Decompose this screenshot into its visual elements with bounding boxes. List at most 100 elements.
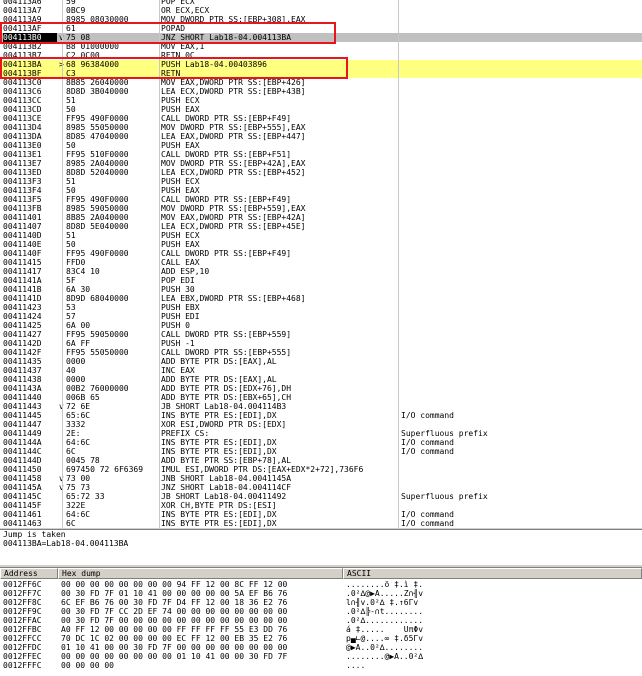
disasm-address: 004113CC (3, 96, 42, 105)
disasm-instruction: PUSH EDI (161, 312, 200, 321)
disasm-hex: 50 (66, 240, 76, 249)
disasm-row[interactable]: 00411407 8D8D 5E040000 LEA ECX,DWORD PTR S… (0, 222, 642, 231)
disasm-row[interactable]: 004113F3 51 PUSH ECX (0, 177, 642, 186)
disasm-row[interactable]: 00411437 40 INC EAX (0, 366, 642, 375)
disasm-row[interactable]: 00411449 2E: PREFIX CS: Superfluous prefix (0, 429, 642, 438)
disasm-row[interactable]: 004113C6 8D8D 3B040000 LEA ECX,DWORD PTR S… (0, 87, 642, 96)
disasm-hex: 65:6C (66, 411, 91, 420)
disasm-instruction: INC EAX (161, 366, 195, 375)
disasm-row[interactable]: 004113D4 8985 55050000 MOV DWORD PTR SS:[E… (0, 123, 642, 132)
disasm-row[interactable]: 004113F5 FF95 490F0000 CALL DWORD PTR SS:[… (0, 195, 642, 204)
dump-row[interactable]: 0012FFAC 00 30 FD 7F 00 00 00 00 00 00 00… (0, 616, 642, 625)
disasm-row[interactable]: 0041145C 65:72 33 JB SHORT Lab18-04.004114… (0, 492, 642, 501)
disasm-row[interactable]: 00411447 3332 XOR ESI,DWORD PTR DS:[EDX] (0, 420, 642, 429)
disasm-row[interactable]: 0041140D 51 PUSH ECX (0, 231, 642, 240)
dump-row[interactable]: 0012FFCC 70 DC 1C 02 00 00 00 00 EC FF 12… (0, 634, 642, 643)
disasm-row[interactable]: 004113DA 8D85 47040000 LEA EAX,DWORD PTR S… (0, 132, 642, 141)
dump-row[interactable]: 0012FFBC A0 FF 12 00 00 00 00 00 FF FF FF… (0, 625, 642, 634)
disassembly-pane[interactable]: 004113A6 59 POP ECX 004113A7 0BC9 OR ECX,ECX 0… (0, 0, 642, 528)
disasm-address: 00411437 (3, 366, 42, 375)
disasm-address: 004113CD (3, 105, 42, 114)
disasm-row[interactable]: 004113E0 50 PUSH EAX (0, 141, 642, 150)
disasm-row[interactable]: 0041143A 00B2 76000000 ADD BYTE PTR DS:[ED… (0, 384, 642, 393)
disasm-row[interactable]: 00411443v72 6EJB SHORT Lab18-04.004114B3 (0, 402, 642, 411)
disasm-hex: 83C4 10 (66, 267, 100, 276)
disasm-hex: 8985 2A040000 (66, 159, 129, 168)
disasm-row[interactable]: 00411423 53 PUSH EBX (0, 303, 642, 312)
disasm-row[interactable]: 00411401 8B85 2A040000 MOV EAX,DWORD PTR S… (0, 213, 642, 222)
dump-address: 0012FF8C (3, 598, 42, 607)
disasm-row[interactable]: 00411425 6A 00 PUSH 0 (0, 321, 642, 330)
disasm-instruction: CALL DWORD PTR SS:[EBP+F49] (161, 249, 292, 258)
disasm-row[interactable]: 0041141B 6A 30 PUSH 30 (0, 285, 642, 294)
disasm-row[interactable]: 00411458v73 00JNB SHORT Lab18-04.0041145… (0, 474, 642, 483)
disasm-hex: 50 (66, 105, 76, 114)
disasm-address: 0041145F (3, 501, 42, 510)
disasm-row[interactable]: 004113C0 8B85 26040000 MOV EAX,DWORD PTR S… (0, 78, 642, 87)
dump-row[interactable]: 0012FF6C 00 00 00 00 00 00 00 00 94 FF 12… (0, 580, 642, 589)
disasm-hex: 8B85 2A040000 (66, 213, 129, 222)
disasm-row[interactable]: 004113E7 8985 2A040000 MOV DWORD PTR SS:[E… (0, 159, 642, 168)
dump-hex: 00 30 FD 7F CC 2D EF 74 00 00 00 00 00 0… (61, 607, 288, 616)
disasm-row[interactable]: 00411424 57 PUSH EDI (0, 312, 642, 321)
disasm-row[interactable]: 004113CD 50 PUSH EAX (0, 105, 642, 114)
disasm-row[interactable]: 0041144A 64:6C INS BYTE PTR ES:[EDI],DX I/O… (0, 438, 642, 447)
highlight-box-push-retn (0, 57, 348, 79)
disasm-row[interactable]: 0041140F FF95 490F0000 CALL DWORD PTR SS:[… (0, 249, 642, 258)
disasm-row[interactable]: 004113F4 50 PUSH EAX (0, 186, 642, 195)
disasm-hex: 6A 30 (66, 285, 91, 294)
disasm-row[interactable]: 004113ED 8D8D 52040000 LEA ECX,DWORD PTR S… (0, 168, 642, 177)
disasm-row[interactable]: 00411417 83C4 10 ADD ESP,10 (0, 267, 642, 276)
column-header-address[interactable]: Address (0, 568, 58, 579)
disasm-row[interactable]: 00411427 FF95 59050000 CALL DWORD PTR SS:[… (0, 330, 642, 339)
disasm-row[interactable]: 0041142D 6A FF PUSH -1 (0, 339, 642, 348)
disasm-row[interactable]: 004113CE FF95 490F0000 CALL DWORD PTR SS:[… (0, 114, 642, 123)
disasm-hex: 8D9D 68040000 (66, 294, 129, 303)
dump-hex: 00 00 00 00 (61, 661, 114, 670)
disasm-hex: 8D8D 3B040000 (66, 87, 129, 96)
disasm-row[interactable]: 0041140E 50 PUSH EAX (0, 240, 642, 249)
disasm-row[interactable]: 00411445 65:6C INS BYTE PTR ES:[EDI],DX I/O… (0, 411, 642, 420)
disasm-row[interactable]: 0041142F FF95 55050000 CALL DWORD PTR SS:[… (0, 348, 642, 357)
column-header-hex-dump[interactable]: Hex dump (58, 568, 343, 579)
dump-hex: 6C EF B6 76 00 30 FD 7F D4 FF 12 00 18 3… (61, 598, 288, 607)
dump-row[interactable]: 0012FF7C 00 30 FD 7F 01 10 41 00 00 00 00… (0, 589, 642, 598)
disasm-row[interactable]: 0041145F 322E XOR CH,BYTE PTR DS:[ESI] (0, 501, 642, 510)
disasm-row[interactable]: 0041145Av75 73JNZ SHORT Lab18-04.004114C… (0, 483, 642, 492)
disasm-row[interactable]: 00411463 6C INS BYTE PTR ES:[EDI],DX I/O co… (0, 519, 642, 528)
disasm-instruction: PUSH ECX (161, 231, 200, 240)
disasm-row[interactable]: 00411461 64:6C INS BYTE PTR ES:[EDI],DX I/O… (0, 510, 642, 519)
disasm-row[interactable]: 00411440 006B 65 ADD BYTE PTR DS:[EBX+65],… (0, 393, 642, 402)
dump-row[interactable]: 0012FFDC 01 10 41 00 00 30 FD 7F 00 00 00… (0, 643, 642, 652)
disasm-row[interactable]: 0041144C 6C INS BYTE PTR ES:[EDI],DX I/O co… (0, 447, 642, 456)
disasm-row[interactable]: 00411415 FFD0 CALL EAX (0, 258, 642, 267)
disasm-hex: 006B 65 (66, 393, 100, 402)
disasm-address: 00411427 (3, 330, 42, 339)
disasm-row[interactable]: 0041144D 0045 78 ADD BYTE PTR SS:[EBP+78],… (0, 456, 642, 465)
dump-address: 0012FFAC (3, 616, 42, 625)
dump-row[interactable]: 0012FFFC 00 00 00 00.... (0, 661, 642, 670)
disasm-row[interactable]: 004113FB 8985 59050000 MOV DWORD PTR SS:[E… (0, 204, 642, 213)
disasm-row[interactable]: 0041141A 5F POP EDI (0, 276, 642, 285)
disasm-hex: 8985 55050000 (66, 123, 129, 132)
dump-row[interactable]: 0012FF9C 00 30 FD 7F CC 2D EF 74 00 00 00… (0, 607, 642, 616)
disasm-instruction: CALL DWORD PTR SS:[EBP+559] (161, 330, 292, 339)
disasm-row[interactable]: 0041141D 8D9D 68040000 LEA EBX,DWORD PTR S… (0, 294, 642, 303)
disasm-row[interactable]: 004113CC 51 PUSH ECX (0, 96, 642, 105)
disasm-row[interactable]: 00411450 697450 72 6F6369 IMUL ESI,DWORD P… (0, 465, 642, 474)
disasm-row[interactable]: 004113A7 0BC9 OR ECX,ECX (0, 6, 642, 15)
disasm-row[interactable]: 004113E1 FF95 510F0000 CALL DWORD PTR SS:[… (0, 150, 642, 159)
hex-dump-pane[interactable]: Address Hex dump ASCII 0012FF6C 00 00 00 … (0, 567, 642, 676)
disasm-hex: 6C (66, 447, 76, 456)
disasm-row[interactable]: 00411438 0000 ADD BYTE PTR DS:[EAX],AL (0, 375, 642, 384)
disasm-instruction: ADD ESP,10 (161, 267, 210, 276)
dump-address: 0012FF6C (3, 580, 42, 589)
disasm-address: 0041140E (3, 240, 42, 249)
disasm-address: 004113F4 (3, 186, 42, 195)
dump-row[interactable]: 0012FFEC 00 00 00 00 00 00 00 00 01 10 41… (0, 652, 642, 661)
disasm-row[interactable]: 00411435 0000 ADD BYTE PTR DS:[EAX],AL (0, 357, 642, 366)
disasm-address: 00411401 (3, 213, 42, 222)
column-header-ascii[interactable]: ASCII (343, 568, 642, 579)
dump-row[interactable]: 0012FF8C 6C EF B6 76 00 30 FD 7F D4 FF 12… (0, 598, 642, 607)
disasm-instruction: LEA ECX,DWORD PTR SS:[EBP+45E] (161, 222, 306, 231)
